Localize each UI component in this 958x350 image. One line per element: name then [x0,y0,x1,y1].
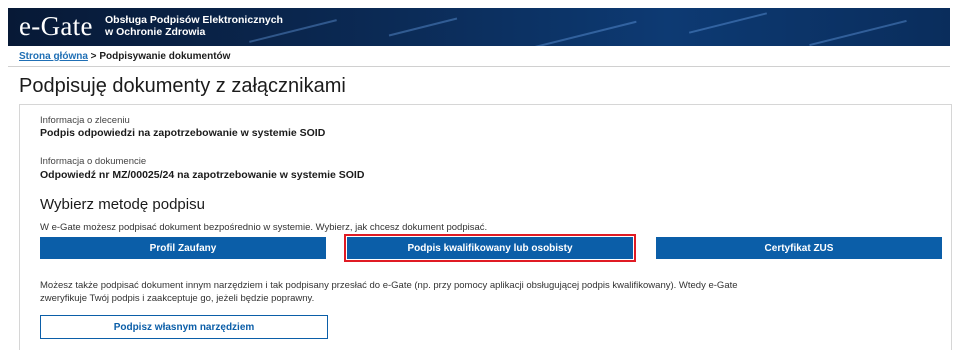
qualified-signature-button[interactable]: Podpis kwalifikowany lub osobisty [344,234,636,262]
breadcrumb-current: Podpisywanie dokumentów [99,51,231,62]
zus-certificate-button[interactable]: Certyfikat ZUS [656,237,942,259]
sign-method-intro: W e-Gate możesz podpisać dokument bezpoś… [40,222,488,233]
logo-subtitle-line2: w Ochronie Zdrowia [105,26,206,38]
banner-decoration [388,17,458,37]
alternative-info-line1: Możesz także podpisać dokument innym nar… [40,280,738,291]
alternative-info-line2: zweryfikuje Twój podpis i zaakceptuje go… [40,293,315,304]
document-info-value: Odpowiedź nr MZ/00025/24 na zapotrzebowa… [40,169,365,181]
document-info-label: Informacja o dokumencie [40,156,147,167]
signing-panel: Informacja o zleceniu Podpis odpowiedzi … [19,104,952,350]
breadcrumb: Strona główna > Podpisywanie dokumentów [19,51,230,62]
page-title: Podpisuję dokumenty z załącznikami [19,75,346,97]
sign-method-title: Wybierz metodę podpisu [40,196,205,213]
divider [8,66,950,67]
banner-decoration [688,12,768,34]
order-info-value: Podpis odpowiedzi na zapotrzebowanie w s… [40,127,326,139]
alternative-info: Możesz także podpisać dokument innym nar… [40,279,738,305]
breadcrumb-home-link[interactable]: Strona główna [19,51,88,62]
logo-subtitle: Obsługa Podpisów Elektronicznych w Ochro… [105,14,283,38]
logo[interactable]: e-Gate [19,11,93,42]
header-banner: e-Gate Obsługa Podpisów Elektronicznych … [8,8,950,46]
breadcrumb-separator: > [87,51,100,62]
order-info-label: Informacja o zleceniu [40,115,130,126]
trusted-profile-button[interactable]: Profil Zaufany [40,237,326,259]
banner-decoration [809,19,907,46]
logo-subtitle-line1: Obsługa Podpisów Elektronicznych [105,14,283,26]
own-tool-button[interactable]: Podpisz własnym narzędziem [40,315,328,339]
banner-decoration [529,20,637,46]
